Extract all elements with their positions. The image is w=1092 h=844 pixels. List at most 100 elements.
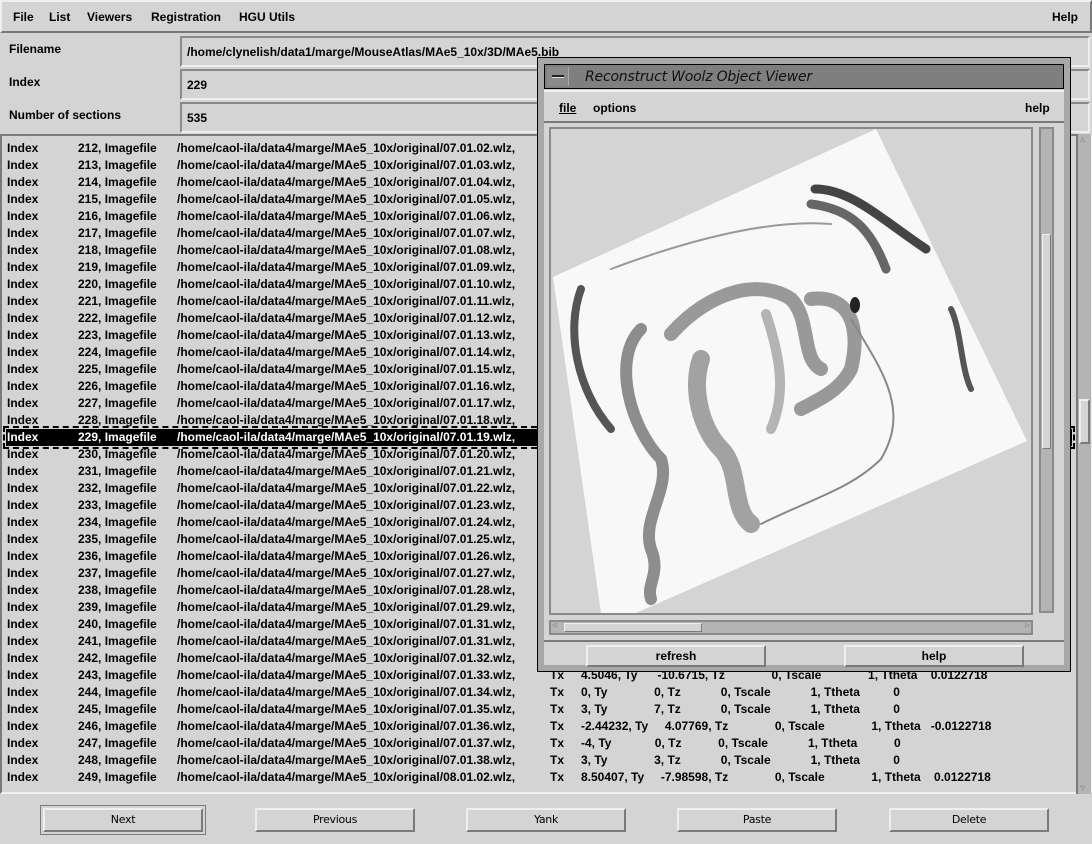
row-label: Index bbox=[7, 413, 39, 427]
row-label: Index bbox=[7, 260, 39, 274]
row-path: /home/caol-ila/data4/marge/MAe5_10x/orig… bbox=[177, 617, 516, 631]
row-label: Index bbox=[7, 192, 39, 206]
row-label: Index bbox=[7, 753, 39, 767]
row-path: /home/caol-ila/data4/marge/MAe5_10x/orig… bbox=[177, 447, 516, 461]
row-label: Index bbox=[7, 158, 39, 172]
row-path: /home/caol-ila/data4/marge/MAe5_10x/orig… bbox=[177, 396, 516, 410]
row-tx-label: Tx bbox=[550, 685, 565, 699]
row-label: Index bbox=[7, 498, 39, 512]
row-path: /home/caol-ila/data4/marge/MAe5_10x/orig… bbox=[177, 158, 516, 172]
row-path: /home/caol-ila/data4/marge/MAe5_10x/orig… bbox=[177, 226, 516, 240]
row-path: /home/caol-ila/data4/marge/MAe5_10x/orig… bbox=[177, 685, 516, 699]
row-label: Index bbox=[7, 702, 39, 716]
menu-file[interactable]: File bbox=[13, 10, 34, 24]
row-path: /home/caol-ila/data4/marge/MAe5_10x/orig… bbox=[177, 209, 516, 223]
row-path: /home/caol-ila/data4/marge/MAe5_10x/orig… bbox=[177, 515, 516, 529]
yank-button[interactable]: Yank bbox=[466, 808, 626, 832]
row-path: /home/caol-ila/data4/marge/MAe5_10x/orig… bbox=[177, 736, 516, 750]
row-index: 228, Imagefile bbox=[78, 413, 157, 427]
row-tx-label: Tx bbox=[550, 719, 565, 733]
row-label: Index bbox=[7, 209, 39, 223]
row-tx-label: Tx bbox=[550, 736, 565, 750]
row-label: Index bbox=[7, 668, 39, 682]
row-index: 227, Imagefile bbox=[78, 396, 157, 410]
list-item[interactable]: Index 247, Imagefile/home/caol-ila/data4/… bbox=[6, 735, 1072, 752]
scroll-right-icon[interactable]: ▹ bbox=[1025, 620, 1030, 631]
row-path: /home/caol-ila/data4/marge/MAe5_10x/orig… bbox=[177, 362, 516, 376]
list-item[interactable]: Index 244, Imagefile/home/caol-ila/data4/… bbox=[6, 684, 1072, 701]
row-index: 242, Imagefile bbox=[78, 651, 157, 665]
viewer-horizontal-scrollbar-thumb[interactable] bbox=[564, 623, 702, 632]
woolz-viewer-window: Reconstruct Woolz Object Viewer file opt… bbox=[538, 58, 1070, 671]
row-index: 217, Imagefile bbox=[78, 226, 157, 240]
row-label: Index bbox=[7, 379, 39, 393]
row-index: 233, Imagefile bbox=[78, 498, 157, 512]
delete-button[interactable]: Delete bbox=[889, 808, 1049, 832]
viewer-horizontal-scrollbar[interactable]: ◃ ▹ bbox=[549, 620, 1033, 635]
paste-button[interactable]: Paste bbox=[677, 808, 837, 832]
row-index: 216, Imagefile bbox=[78, 209, 157, 223]
viewer-titlebar[interactable]: Reconstruct Woolz Object Viewer bbox=[544, 64, 1064, 89]
row-label: Index bbox=[7, 481, 39, 495]
row-path: /home/caol-ila/data4/marge/MAe5_10x/orig… bbox=[177, 498, 516, 512]
row-path: /home/caol-ila/data4/marge/MAe5_10x/orig… bbox=[177, 651, 516, 665]
viewer-title: Reconstruct Woolz Object Viewer bbox=[585, 69, 812, 85]
previous-button[interactable]: Previous bbox=[255, 808, 415, 832]
viewer-menu-help[interactable]: help bbox=[1025, 101, 1050, 115]
window-menu-button[interactable] bbox=[547, 67, 569, 86]
list-item[interactable]: Index 246, Imagefile/home/caol-ila/data4/… bbox=[6, 718, 1072, 735]
viewer-vertical-scrollbar-thumb[interactable] bbox=[1042, 234, 1051, 449]
row-label: Index bbox=[7, 175, 39, 189]
row-index: 241, Imagefile bbox=[78, 634, 157, 648]
menu-registration[interactable]: Registration bbox=[151, 10, 221, 24]
list-scrollbar[interactable]: ▵ ▿ bbox=[1076, 134, 1092, 794]
row-index: 245, Imagefile bbox=[78, 702, 157, 716]
scroll-left-icon[interactable]: ◃ bbox=[552, 620, 557, 631]
scroll-down-icon[interactable]: ▿ bbox=[1080, 783, 1085, 794]
viewer-canvas[interactable] bbox=[549, 127, 1033, 615]
row-label: Index bbox=[7, 532, 39, 546]
row-path: /home/caol-ila/data4/marge/MAe5_10x/orig… bbox=[177, 532, 516, 546]
row-path: /home/caol-ila/data4/marge/MAe5_10x/orig… bbox=[177, 328, 516, 342]
row-index: 235, Imagefile bbox=[78, 532, 157, 546]
row-index: 237, Imagefile bbox=[78, 566, 157, 580]
list-item[interactable]: Index 248, Imagefile/home/caol-ila/data4/… bbox=[6, 752, 1072, 769]
row-path: /home/caol-ila/data4/marge/MAe5_10x/orig… bbox=[177, 192, 516, 206]
viewer-menu-file[interactable]: file bbox=[559, 101, 576, 115]
menu-viewers[interactable]: Viewers bbox=[87, 10, 132, 24]
next-button[interactable]: Next bbox=[40, 805, 206, 835]
row-index: 223, Imagefile bbox=[78, 328, 157, 342]
row-path: /home/caol-ila/data4/marge/MAe5_10x/orig… bbox=[177, 277, 516, 291]
viewer-menu-options[interactable]: options bbox=[593, 101, 636, 115]
row-label: Index bbox=[7, 600, 39, 614]
row-label: Index bbox=[7, 226, 39, 240]
row-path: /home/caol-ila/data4/marge/MAe5_10x/orig… bbox=[177, 566, 516, 580]
row-label: Index bbox=[7, 770, 39, 784]
menu-hgu-utils[interactable]: HGU Utils bbox=[239, 10, 295, 24]
menu-help[interactable]: Help bbox=[1052, 10, 1078, 24]
row-label: Index bbox=[7, 685, 39, 699]
row-tx-label: Tx bbox=[550, 702, 565, 716]
row-label: Index bbox=[7, 362, 39, 376]
list-item[interactable]: Index 249, Imagefile/home/caol-ila/data4/… bbox=[6, 769, 1072, 786]
row-label: Index bbox=[7, 294, 39, 308]
list-scrollbar-thumb[interactable] bbox=[1079, 399, 1090, 444]
list-item[interactable]: Index 245, Imagefile/home/caol-ila/data4/… bbox=[6, 701, 1072, 718]
refresh-button[interactable]: refresh bbox=[586, 645, 766, 667]
viewer-button-divider bbox=[544, 640, 1064, 642]
viewer-vertical-scrollbar[interactable] bbox=[1039, 127, 1054, 613]
row-label: Index bbox=[7, 464, 39, 478]
row-index: 222, Imagefile bbox=[78, 311, 157, 325]
row-index: 221, Imagefile bbox=[78, 294, 157, 308]
row-index: 240, Imagefile bbox=[78, 617, 157, 631]
viewer-help-button[interactable]: help bbox=[844, 645, 1024, 667]
menu-bar: File List Viewers Registration HGU Utils… bbox=[0, 0, 1092, 33]
menu-list[interactable]: List bbox=[49, 10, 70, 24]
row-index: 244, Imagefile bbox=[78, 685, 157, 699]
row-path: /home/caol-ila/data4/marge/MAe5_10x/orig… bbox=[177, 294, 515, 308]
scroll-up-icon[interactable]: ▵ bbox=[1080, 134, 1085, 145]
row-label: Index bbox=[7, 277, 39, 291]
row-transform-values: -2.44232, Ty 4.07769, Tz 0, Tscale 1, Tt… bbox=[581, 719, 992, 733]
row-tx-label: Tx bbox=[550, 770, 565, 784]
row-path: /home/caol-ila/data4/marge/MAe5_10x/orig… bbox=[177, 260, 516, 274]
